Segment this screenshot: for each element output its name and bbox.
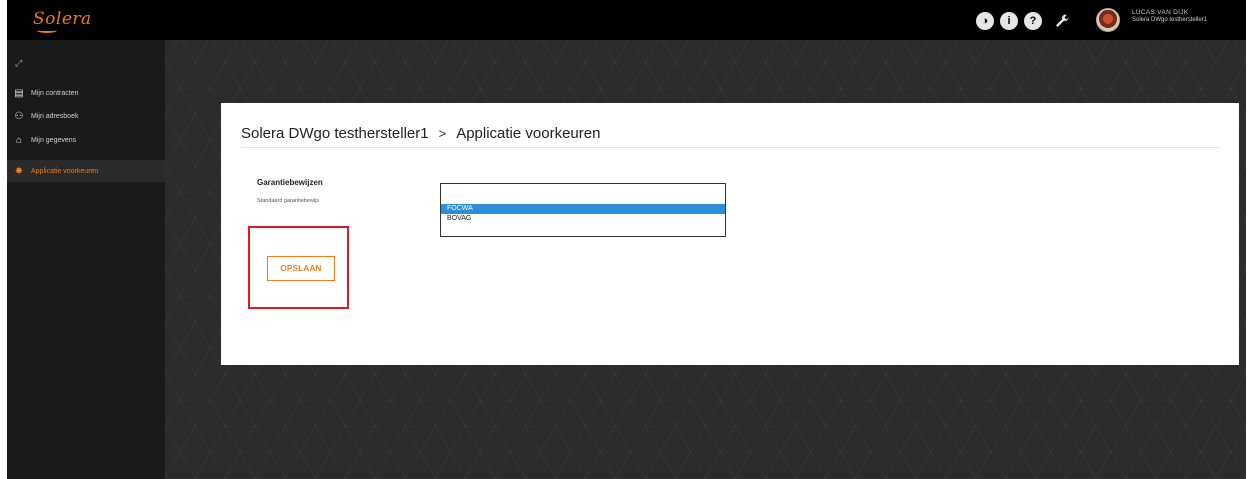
sidebar: ⤢ ▤ Mijn contracten ⚇ Mijn adresboek ⌂ M… (7, 40, 165, 479)
wrench-icon[interactable] (1052, 11, 1072, 31)
field-label: Standaard garantiebewijs (257, 198, 320, 204)
gear-icon: ✸ (14, 165, 24, 177)
sidebar-item-label: Mijn adresboek (31, 112, 79, 120)
user-company: Solera DWgo testhersteller1 (1132, 17, 1208, 24)
sidebar-item-label: Applicatie voorkeuren (31, 167, 99, 175)
user-name: LUCAS VAN DIJK (1132, 9, 1189, 16)
wrench-glyph (1056, 14, 1069, 27)
solera-logo[interactable]: Solera (33, 9, 92, 29)
contract-icon: ▤ (14, 87, 24, 99)
add-contact-icon: ⚇ (14, 110, 24, 122)
breadcrumb-company[interactable]: Solera DWgo testhersteller1 (241, 125, 429, 142)
preferences-card: Solera DWgo testhersteller1 > Applicatie… (221, 103, 1239, 365)
logo-swoosh (37, 28, 57, 33)
half-circle-icon[interactable]: ◑ (976, 12, 994, 30)
user-avatar[interactable] (1096, 8, 1120, 32)
home-icon: ⌂ (15, 134, 23, 146)
option-bovag[interactable]: BOVAG (441, 214, 725, 224)
top-icon-bar: ◑ i ? (976, 11, 1072, 31)
collapse-icon[interactable]: ⤢ (15, 58, 22, 69)
highlight-box (248, 226, 349, 309)
info-icon[interactable]: i (1000, 12, 1018, 30)
sidebar-item-gegevens[interactable]: ⌂ Mijn gegevens (7, 129, 165, 151)
breadcrumb-separator: > (438, 126, 447, 141)
sidebar-item-label: Mijn gegevens (31, 136, 77, 144)
sidebar-item-label: Mijn contracten (31, 89, 79, 97)
card-divider (241, 147, 1219, 148)
section-title: Garantiebewijzen (257, 178, 323, 187)
sidebar-item-contracten[interactable]: ▤ Mijn contracten (7, 82, 165, 104)
user-info[interactable]: LUCAS VAN DIJK Solera DWgo testherstelle… (1132, 9, 1207, 25)
option-focwa[interactable]: FOCWA (441, 204, 725, 214)
breadcrumb: Solera DWgo testhersteller1 > Applicatie… (241, 125, 600, 142)
top-bar: Solera ◑ i ? LUCAS VAN DIJK Solera DWgo … (7, 0, 1246, 40)
app-window: Solera ◑ i ? LUCAS VAN DIJK Solera DWgo … (7, 0, 1246, 479)
help-icon[interactable]: ? (1024, 12, 1042, 30)
select-current-value[interactable] (441, 184, 725, 204)
sidebar-item-adresboek[interactable]: ⚇ Mijn adresboek (7, 105, 165, 127)
garantiebewijs-select[interactable]: FOCWA BOVAG (440, 183, 726, 237)
breadcrumb-current-page: Applicatie voorkeuren (456, 125, 601, 142)
sidebar-item-applicatie-voorkeuren[interactable]: ✸ Applicatie voorkeuren (7, 160, 165, 182)
